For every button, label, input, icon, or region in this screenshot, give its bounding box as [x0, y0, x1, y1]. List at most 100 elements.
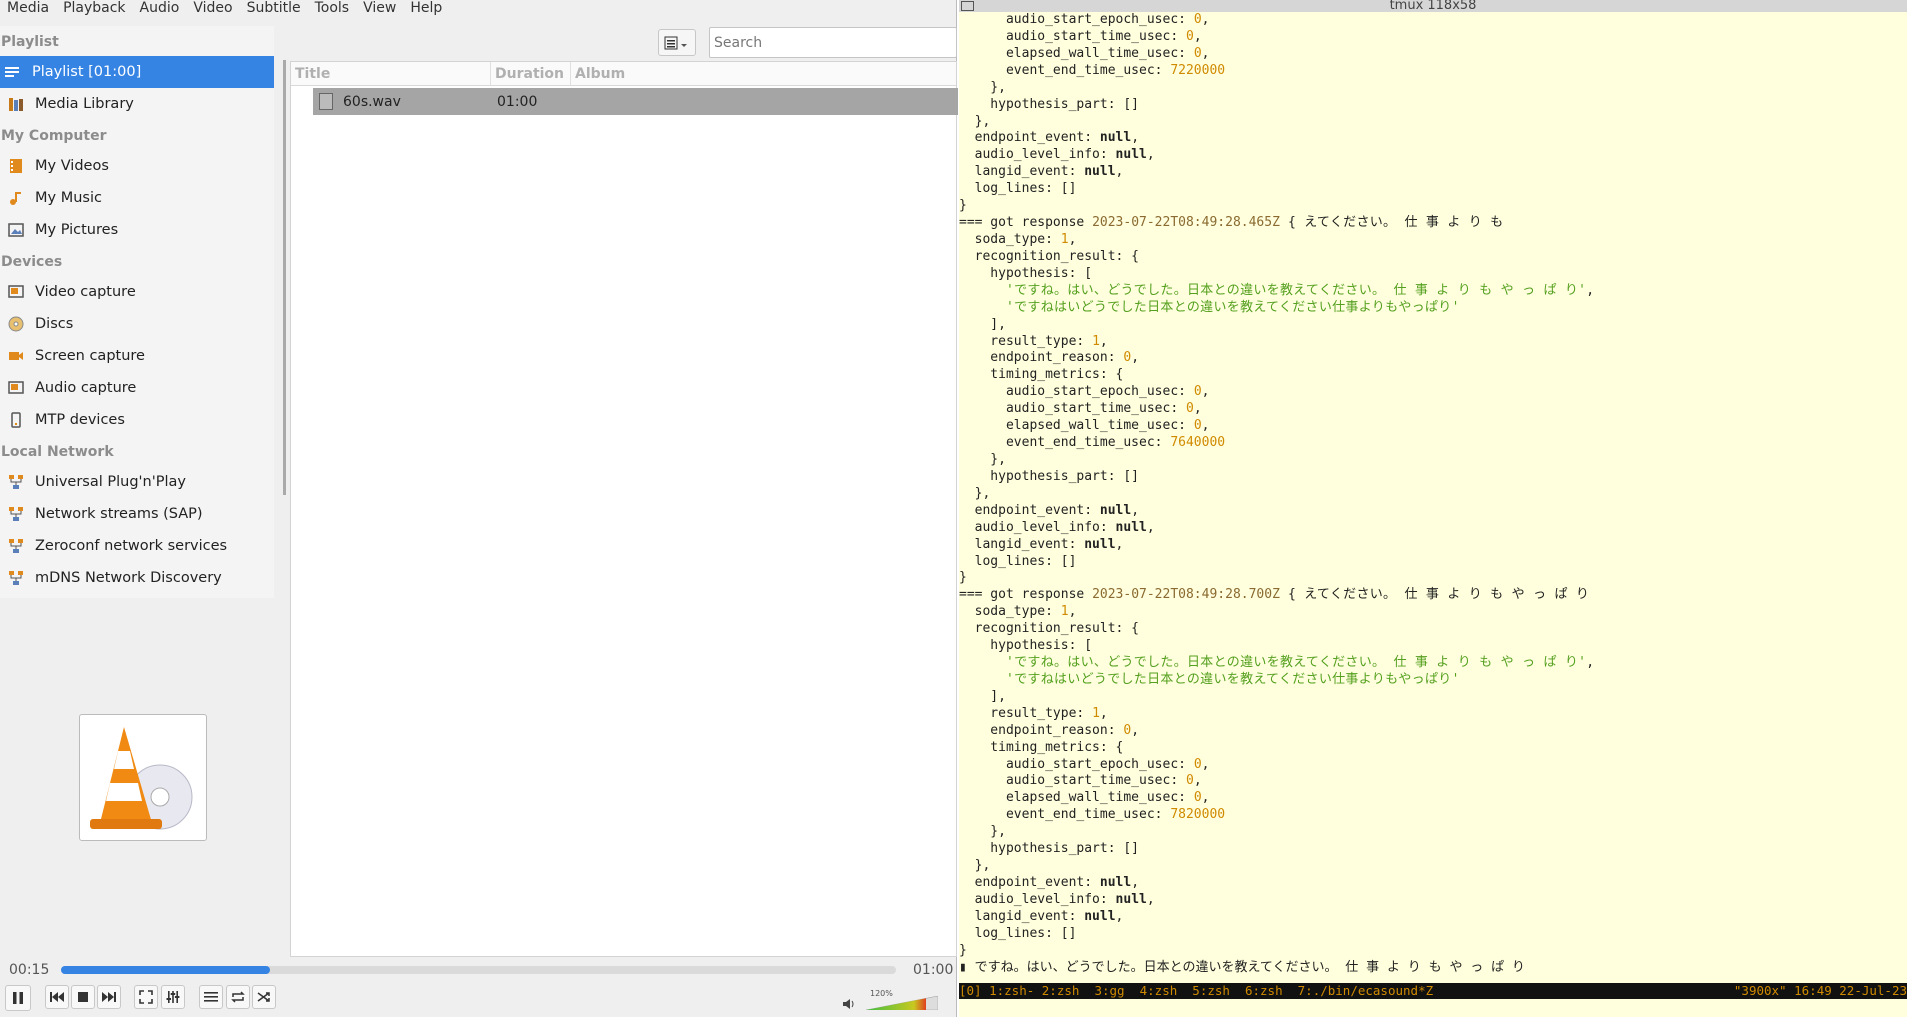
- terminal-output: audio_start_epoch_usec: 0, audio_start_t…: [959, 12, 1907, 977]
- column-title[interactable]: Title: [291, 62, 491, 85]
- sidebar-item-label: Network streams (SAP): [35, 506, 203, 522]
- terminal-line: 'ですね。はい、どうでした。日本との違いを教えてください。 仕 事 よ り も …: [1005, 655, 1595, 671]
- terminal-line: === got response 2023-07-22T08:49:28.700…: [959, 587, 1590, 603]
- playback-controls: [0, 985, 957, 1017]
- sidebar-item-media-library[interactable]: Media Library: [0, 88, 274, 120]
- volume-slider[interactable]: [866, 996, 938, 1010]
- extended-settings-button[interactable]: [161, 985, 185, 1009]
- sidebar-item-mdns[interactable]: mDNS Network Discovery: [0, 562, 274, 594]
- terminal-line: event_end_time_usec: 7640000: [959, 435, 1226, 451]
- fullscreen-icon: [139, 990, 153, 1004]
- tmux-window-list: [0] 1:zsh- 2:zsh 3:gg 4:zsh 5:zsh 6:zsh …: [959, 983, 1434, 998]
- table-row[interactable]: 60s.wav 01:00: [313, 88, 958, 115]
- menu-media[interactable]: Media: [0, 0, 56, 17]
- menu-view[interactable]: View: [356, 0, 403, 17]
- fullscreen-button[interactable]: [134, 985, 158, 1009]
- sidebar-item-label: Audio capture: [35, 380, 137, 396]
- sidebar-item-label: Screen capture: [35, 348, 145, 364]
- terminal-line: soda_type: 1,: [959, 231, 1077, 247]
- playlist-toggle-button[interactable]: [199, 985, 223, 1009]
- terminal-line: audio_level_info: null,: [959, 147, 1155, 163]
- file-icon: [319, 93, 333, 110]
- sidebar-item-playlist[interactable]: Playlist [01:00]: [0, 56, 274, 88]
- previous-button[interactable]: [45, 985, 69, 1009]
- terminal-line: ▮ ですね。はい、どうでした。日本との違いを教えてください。 仕 事 よ り も…: [959, 959, 1525, 975]
- terminal-line: audio_start_time_usec: 0,: [959, 773, 1202, 789]
- playlist-view-button[interactable]: [658, 29, 696, 56]
- column-duration[interactable]: Duration: [491, 62, 571, 85]
- sidebar-item-label: mDNS Network Discovery: [35, 570, 222, 586]
- seek-bar[interactable]: [61, 966, 896, 974]
- terminal-line: langid_event: null,: [959, 164, 1124, 180]
- sidebar-item-label: My Videos: [35, 158, 109, 174]
- terminal-line: log_lines: []: [959, 553, 1077, 569]
- menu-subtitle[interactable]: Subtitle: [240, 0, 308, 17]
- terminal-icon: [961, 1, 974, 11]
- menubar: Media Playback Audio Video Subtitle Tool…: [0, 0, 957, 17]
- phone-icon: [11, 412, 21, 428]
- network-icon: [9, 507, 23, 521]
- speaker-icon[interactable]: [843, 998, 857, 1010]
- menu-tools[interactable]: Tools: [308, 0, 357, 17]
- vlc-window: Media Playback Audio Video Subtitle Tool…: [0, 0, 958, 1017]
- sidebar-item-my-music[interactable]: My Music: [0, 182, 274, 214]
- network-icon: [9, 571, 23, 585]
- disc-icon: [8, 316, 24, 332]
- sidebar-heading-devices: Devices: [1, 254, 63, 270]
- picture-icon: [8, 223, 24, 237]
- terminal-line: result_type: 1,: [959, 705, 1108, 721]
- terminal-line: recognition_result: {: [959, 621, 1140, 637]
- menu-audio[interactable]: Audio: [133, 0, 187, 17]
- terminal-line: },: [959, 79, 1006, 95]
- sidebar-item-my-videos[interactable]: My Videos: [0, 150, 274, 182]
- sidebar-item-screen-capture[interactable]: Screen capture: [0, 340, 274, 372]
- terminal-line: 'ですね。はい、どうでした。日本との違いを教えてください。 仕 事 よ り も …: [1005, 282, 1595, 298]
- terminal-line: audio_start_time_usec: 0,: [959, 28, 1202, 44]
- terminal-line: audio_start_time_usec: 0,: [959, 401, 1202, 417]
- column-album[interactable]: Album: [571, 62, 956, 85]
- network-icon: [9, 475, 23, 489]
- menu-help[interactable]: Help: [403, 0, 449, 17]
- search-input[interactable]: [709, 27, 957, 58]
- sidebar-item-discs[interactable]: Discs: [0, 308, 274, 340]
- terminal-line: soda_type: 1,: [959, 604, 1077, 620]
- sidebar-item-label: Video capture: [35, 284, 136, 300]
- list-view-icon: [664, 36, 687, 49]
- menu-playback[interactable]: Playback: [56, 0, 132, 17]
- sidebar-item-mtp-devices[interactable]: MTP devices: [0, 404, 274, 436]
- terminal-line: audio_start_epoch_usec: 0,: [959, 756, 1210, 772]
- terminal-line: hypothesis_part: []: [959, 96, 1140, 112]
- loop-button[interactable]: [226, 985, 250, 1009]
- album-art[interactable]: [79, 714, 207, 841]
- terminal-window[interactable]: tmux 118x58 audio_start_epoch_usec: 0, a…: [959, 0, 1907, 1017]
- sidebar-item-my-pictures[interactable]: My Pictures: [0, 214, 274, 246]
- terminal-line: },: [959, 824, 1006, 840]
- skip-forward-icon: [102, 992, 116, 1002]
- sidebar-item-video-capture[interactable]: Video capture: [0, 276, 274, 308]
- terminal-line: hypothesis: [: [959, 638, 1093, 654]
- time-total: 01:00: [913, 962, 954, 978]
- terminal-line: elapsed_wall_time_usec: 0,: [959, 45, 1210, 61]
- menu-video[interactable]: Video: [186, 0, 239, 17]
- sidebar-item-audio-capture[interactable]: Audio capture: [0, 372, 274, 404]
- stop-icon: [78, 992, 88, 1002]
- terminal-line: result_type: 1,: [959, 333, 1108, 349]
- time-elapsed: 00:15: [9, 962, 50, 978]
- sidebar-item-label: Universal Plug'n'Play: [35, 474, 186, 490]
- music-note-icon: [10, 192, 21, 205]
- shuffle-icon: [257, 992, 270, 1002]
- pause-button[interactable]: [5, 985, 31, 1011]
- terminal-titlebar: tmux 118x58: [959, 0, 1907, 12]
- terminal-line: audio_start_epoch_usec: 0,: [959, 384, 1210, 400]
- terminal-line: endpoint_reason: 0,: [959, 350, 1140, 366]
- sidebar-splitter[interactable]: [283, 60, 286, 495]
- shuffle-button[interactable]: [252, 985, 276, 1009]
- stop-button[interactable]: [71, 985, 95, 1009]
- terminal-line: timing_metrics: {: [959, 367, 1124, 383]
- sidebar-item-upnp[interactable]: Universal Plug'n'Play: [0, 466, 274, 498]
- next-button[interactable]: [97, 985, 121, 1009]
- sidebar-item-zeroconf[interactable]: Zeroconf network services: [0, 530, 274, 562]
- media-library-icon: [9, 98, 23, 111]
- terminal-line: }: [959, 942, 967, 958]
- sidebar-item-sap[interactable]: Network streams (SAP): [0, 498, 274, 530]
